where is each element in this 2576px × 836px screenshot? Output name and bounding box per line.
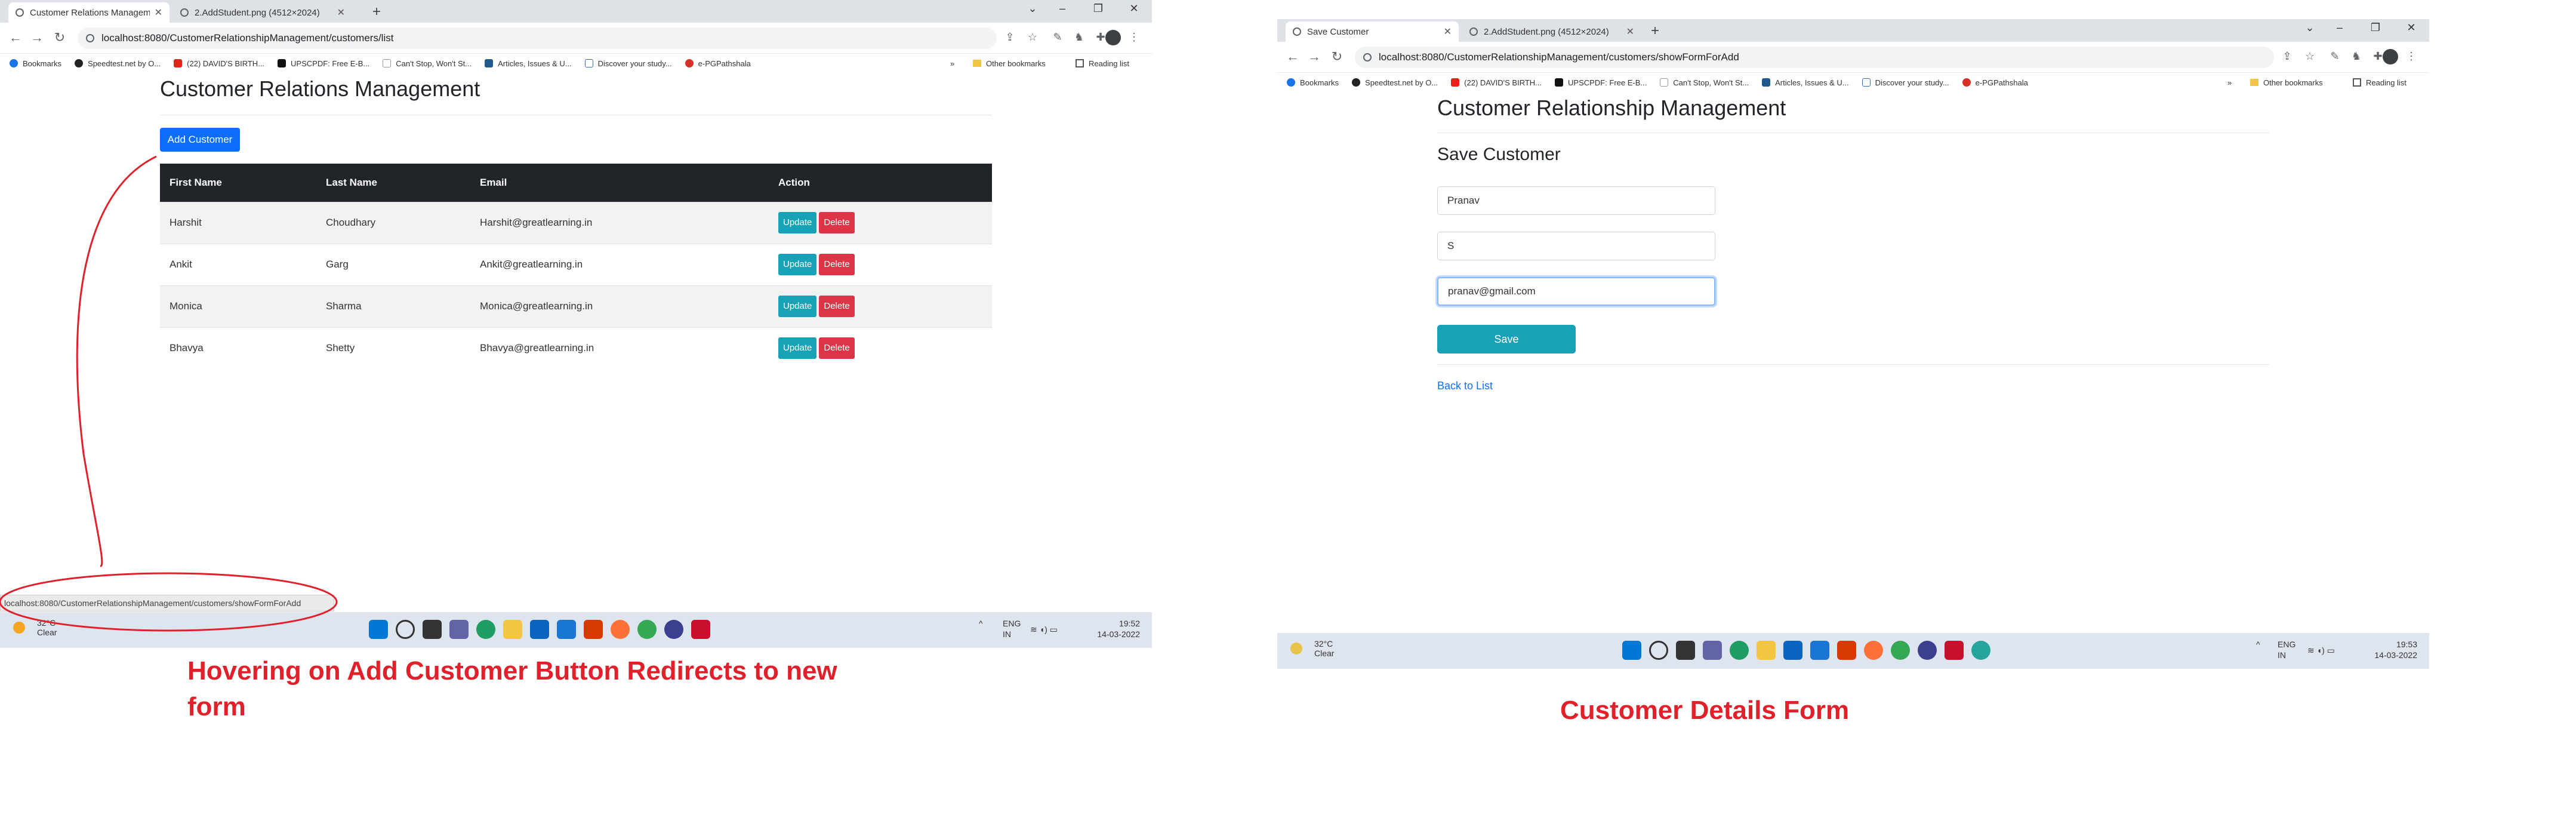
caption-hover-redirect: Hovering on Add Customer Button Redirect… [187, 656, 837, 721]
caption-customer-form: Customer Details Form [1560, 696, 1850, 725]
hover-pointer-curve [76, 155, 157, 567]
status-url-ellipse [0, 572, 338, 632]
